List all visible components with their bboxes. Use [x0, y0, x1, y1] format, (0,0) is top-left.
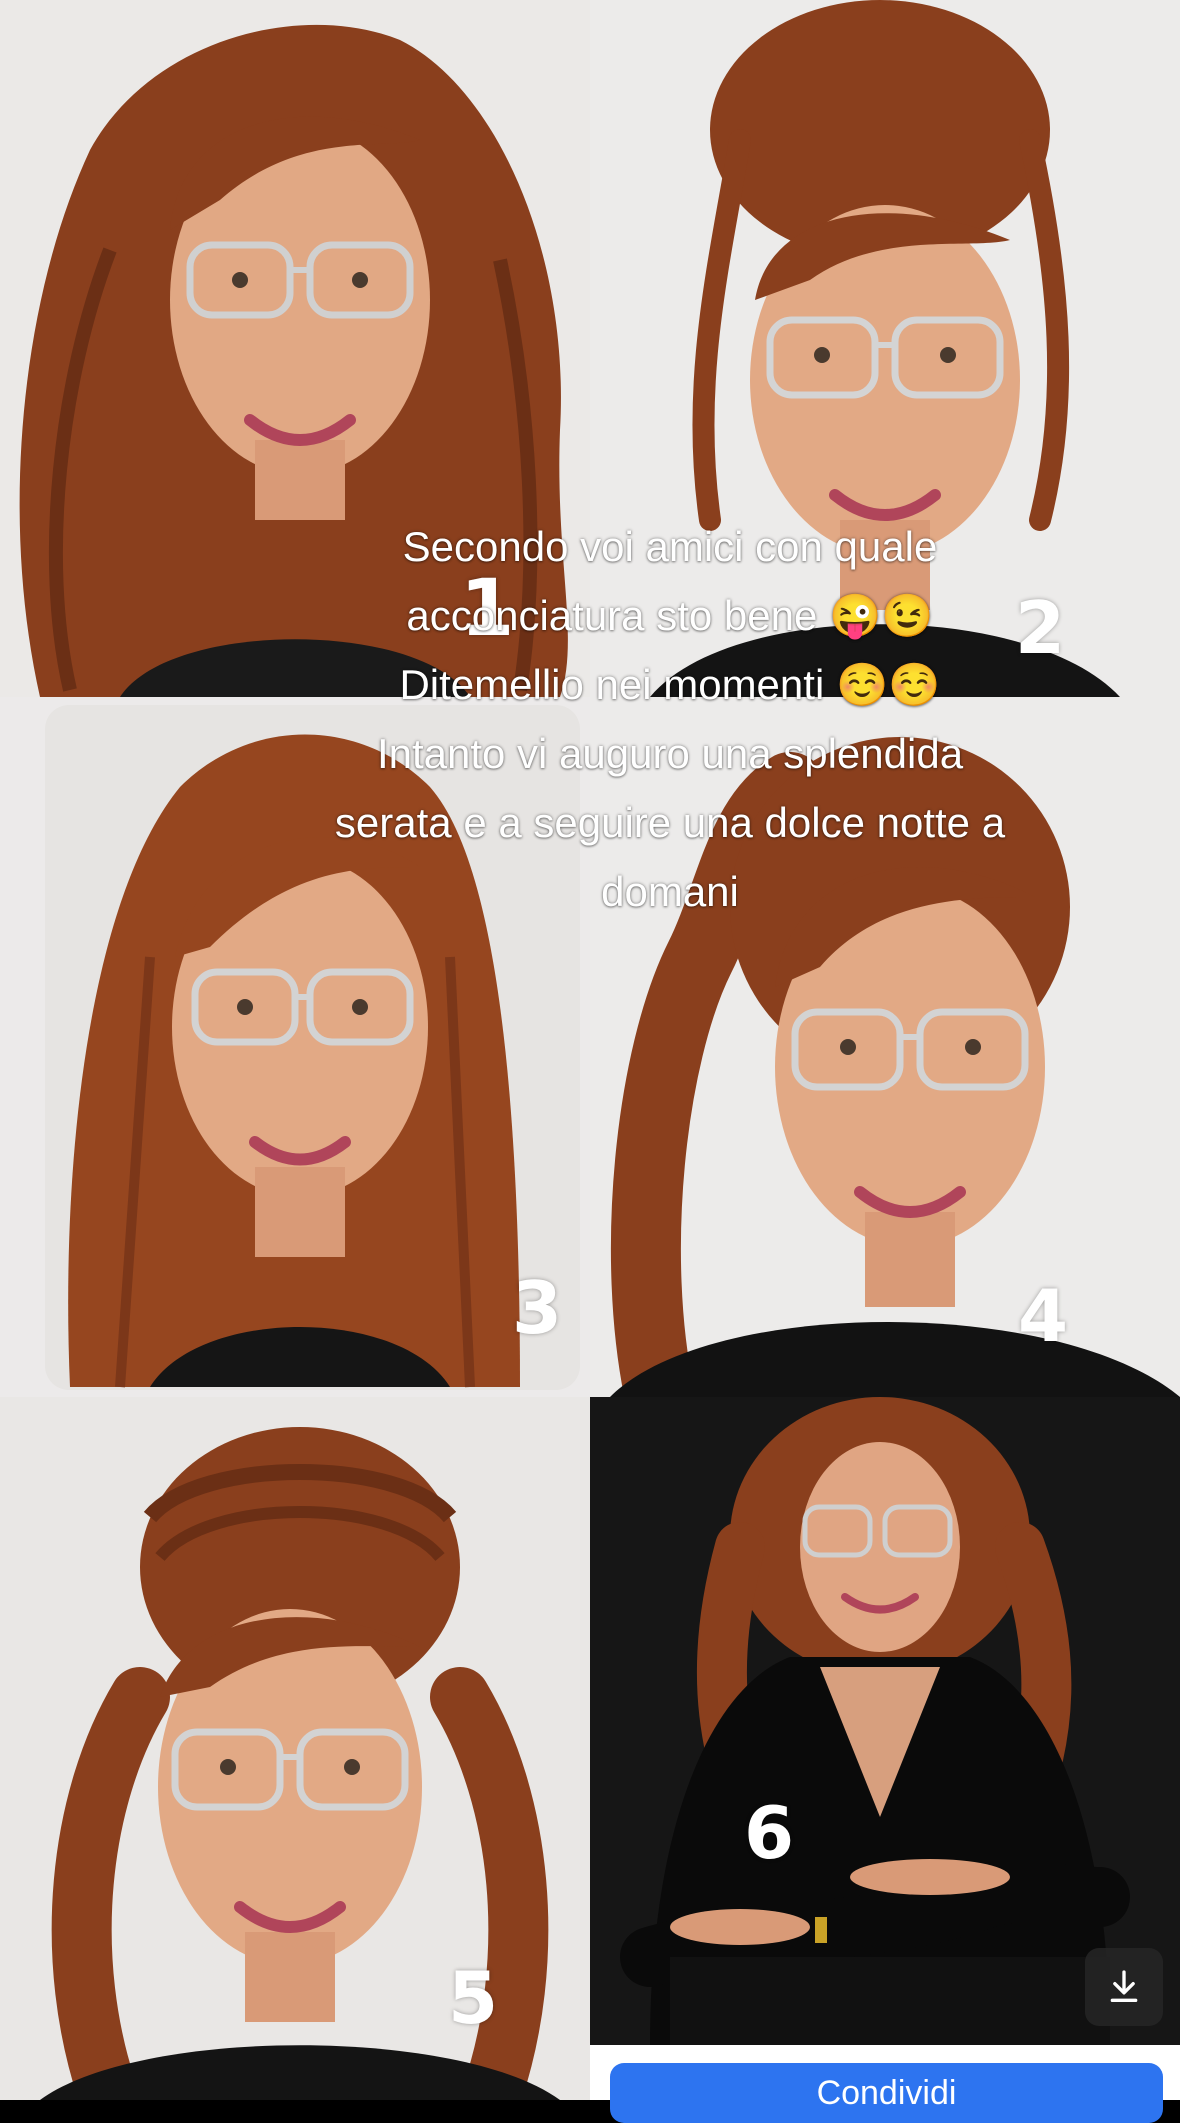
photo-number-2: 2: [1015, 586, 1066, 670]
photo-5: [0, 1397, 590, 2100]
post-caption: Secondo voi amici con quale acconciatura…: [334, 523, 1006, 915]
photo-number-4: 4: [1018, 1274, 1069, 1358]
photo-number-3: 3: [512, 1266, 563, 1350]
photo-number-5: 5: [448, 1956, 499, 2040]
photo-6: [590, 1397, 1180, 2045]
photo-number-6: 6: [744, 1791, 795, 1875]
download-button[interactable]: [1085, 1948, 1163, 2026]
share-button[interactable]: Condividi: [610, 2063, 1163, 2123]
download-icon: [1110, 1970, 1138, 2002]
